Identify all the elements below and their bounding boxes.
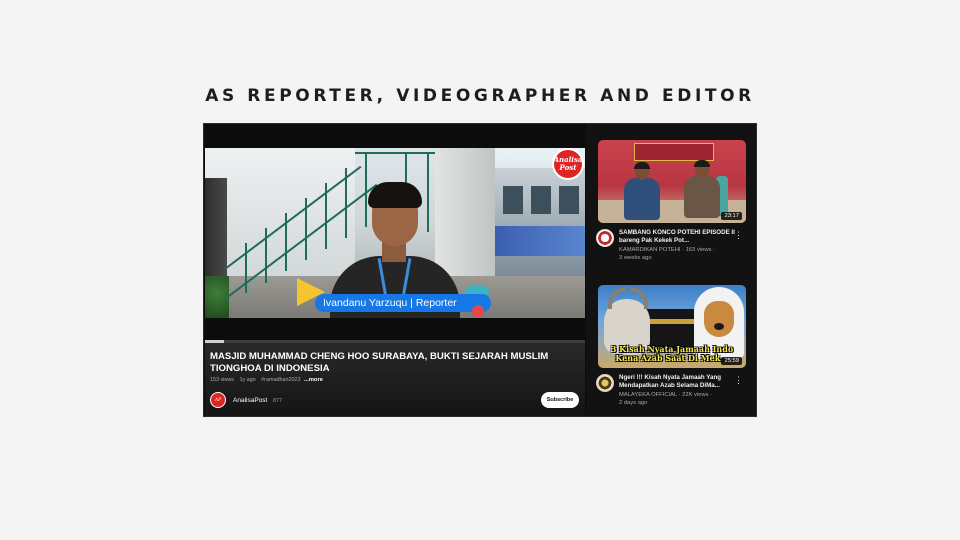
subscriber-count: 877 [273, 398, 283, 404]
lower-third: Ivandanu Yarzuqu | Reporter [297, 272, 493, 317]
channel-avatar[interactable] [596, 229, 614, 247]
lower-third-text: Ivandanu Yarzuqu | Reporter [323, 297, 457, 309]
youtube-screenshot: Analisa Post Ivandanu Yarzuqu | Reporter… [203, 123, 757, 417]
subscribe-button[interactable]: Subscribe [541, 392, 579, 408]
more-options-icon[interactable]: ⋮ [734, 374, 743, 386]
recommendation-meta: KAMARDIKAN POTEHI · 163 views · 3 weeks … [619, 247, 715, 261]
scene-banner [495, 226, 585, 256]
scene-building [495, 168, 585, 278]
progress-bar[interactable] [205, 340, 585, 343]
video-title: MASJID MUHAMMAD CHENG HOO SURABAYA, BUKT… [210, 351, 549, 374]
video-thumbnail[interactable]: 3 Kisah Nyata Jamaah Indo Kena Azab Saat… [598, 285, 746, 368]
more-link[interactable]: ...more [304, 377, 323, 383]
video-thumbnail[interactable]: 23:17 [598, 140, 746, 223]
channel-name[interactable]: AnalisaPost [233, 397, 267, 404]
channel-avatar[interactable] [596, 374, 614, 392]
recommendation-item[interactable]: 23:17 SAMBANG KONCO POTEHI EPISODE II ba… [596, 140, 748, 270]
recommendations-panel: 23:17 SAMBANG KONCO POTEHI EPISODE II ba… [586, 124, 756, 416]
more-options-icon[interactable]: ⋮ [734, 229, 743, 241]
video-player[interactable]: Analisa Post Ivandanu Yarzuqu | Reporter [205, 148, 585, 318]
recommendation-meta: MALAYEKA OFFICIAL · 22K views · 2 days a… [619, 392, 713, 406]
duration-badge: 23:17 [721, 212, 742, 220]
video-meta: 153 views 1y ago #ramadhan2023 ...more [210, 377, 323, 383]
recommendation-item[interactable]: 3 Kisah Nyata Jamaah Indo Kena Azab Saat… [596, 285, 748, 415]
view-count: 153 views [210, 377, 234, 383]
video-info-panel: MASJID MUHAMMAD CHENG HOO SURABAYA, BUKT… [205, 340, 585, 416]
channel-watermark-logo: Analisa Post [552, 148, 584, 180]
duration-badge: 25:59 [721, 357, 742, 365]
channel-avatar[interactable]: AP [210, 392, 226, 408]
recommendation-title[interactable]: SAMBANG KONCO POTEHI EPISODE II bareng P… [619, 229, 737, 245]
recommendation-title[interactable]: Ngeri !!! Kisah Nyata Jamaah Yang Mendap… [619, 374, 737, 390]
hashtag-link[interactable]: #ramadhan2023 [261, 377, 300, 383]
progress-fill [205, 340, 224, 343]
page-heading: AS REPORTER, VIDEOGRAPHER AND EDITOR [205, 86, 755, 106]
upload-age: 1y ago [239, 377, 256, 383]
